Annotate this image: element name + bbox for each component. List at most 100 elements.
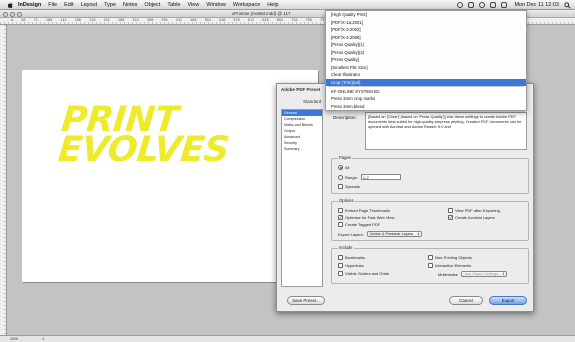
preset-option[interactable]: Press 3mm crop marks — [326, 95, 526, 103]
close-window-button[interactable] — [3, 11, 8, 17]
horizontal-scrollbar[interactable]: 25% 1 — [0, 335, 575, 342]
menu-file[interactable]: File — [48, 0, 57, 10]
sidebar-item-summary[interactable]: Summary — [282, 146, 322, 152]
export-button[interactable]: Export — [489, 296, 527, 305]
updown-arrows-icon: ⇕ — [416, 232, 420, 236]
spreads-option[interactable]: Spreads — [338, 184, 360, 189]
embed-thumbnails-label: Embed Page Thumbnails — [345, 208, 390, 213]
bookmarks-label: Bookmarks — [345, 255, 366, 260]
view-after-export-label: View PDF after Exporting — [455, 208, 500, 213]
guides-grids-label: Visible Guides and Grids — [345, 271, 389, 276]
preset-option[interactable]: [Press Quality](1) — [326, 41, 526, 49]
preset-option-selected[interactable]: Crop (Trim)(ed) — [326, 78, 526, 86]
headline-line-evolves: EVOLVES — [56, 130, 231, 170]
standard-label: Standard — [303, 99, 322, 104]
cancel-button[interactable]: Cancel — [449, 296, 483, 305]
optimize-web-checkbox[interactable]: ✓ — [338, 215, 343, 220]
pages-range-label: Range: — [345, 174, 358, 180]
view-after-export-checkbox[interactable] — [448, 208, 453, 213]
save-preset-button[interactable]: Save Preset... — [287, 296, 325, 305]
menu-layout[interactable]: Layout — [81, 0, 98, 10]
bookmarks-checkbox[interactable] — [338, 255, 343, 260]
menu-window[interactable]: Window — [206, 0, 226, 10]
preset-option[interactable]: [Smallest File Size] — [326, 64, 526, 72]
volume-icon[interactable] — [490, 2, 497, 8]
guides-grids-option[interactable]: Visible Guides and Grids — [338, 271, 389, 276]
wifi-icon[interactable] — [479, 2, 486, 8]
updown-arrows-icon: ⇕ — [502, 272, 506, 276]
pages-all-radio[interactable] — [338, 165, 343, 170]
multimedia-select[interactable]: Use Object Settings ⇕ — [461, 271, 508, 277]
guides-grids-checkbox[interactable] — [338, 271, 343, 276]
acrobat-layers-option[interactable]: ✓ Create Acrobat Layers — [448, 215, 495, 220]
tagged-pdf-option[interactable]: Create Tagged PDF — [338, 222, 380, 227]
nonprinting-checkbox[interactable] — [428, 255, 433, 260]
menu-object[interactable]: Object — [144, 0, 160, 10]
menu-type[interactable]: Type — [104, 0, 116, 10]
zoom-window-button[interactable] — [17, 11, 22, 17]
options-group: Options Embed Page Thumbnails ✓ Optimize… — [331, 198, 529, 241]
apple-icon[interactable] — [6, 1, 14, 9]
preset-dropdown-list: [High Quality Print] [PDF/X-1a:2001] [PD… — [325, 10, 527, 111]
preset-option[interactable]: [Press Quality] — [326, 56, 526, 64]
menu-help[interactable]: Help — [267, 0, 278, 10]
pages-range-option[interactable]: Range: 1-2 — [338, 174, 401, 180]
vertical-ruler[interactable] — [0, 25, 7, 335]
preset-option[interactable]: [PDF/X-1a:2001] — [326, 19, 526, 27]
preset-option[interactable]: [High Quality Print] — [326, 11, 526, 19]
minimize-window-button[interactable] — [10, 11, 15, 17]
zoom-level[interactable]: 25% — [10, 336, 18, 342]
battery-icon[interactable] — [501, 2, 508, 8]
hyperlinks-checkbox[interactable] — [338, 263, 343, 268]
menu-workspace[interactable]: Workspace — [233, 0, 260, 10]
tagged-pdf-label: Create Tagged PDF — [345, 222, 381, 227]
hyperlinks-option[interactable]: Hyperlinks — [338, 263, 364, 268]
artwork-headline[interactable]: PRINT EVOLVES — [56, 100, 234, 170]
spotlight-search-icon[interactable] — [564, 1, 571, 9]
preset-option[interactable]: Press 3mm bleed — [326, 103, 526, 111]
multimedia-label: Multimedia: — [438, 271, 459, 277]
menu-clock[interactable]: Mon Dec 11 12:03 — [514, 2, 559, 8]
acrobat-layers-checkbox[interactable]: ✓ — [448, 215, 453, 220]
pages-all-option[interactable]: All — [338, 165, 349, 170]
pages-range-input[interactable]: 1-2 — [360, 174, 401, 180]
export-layers-select[interactable]: Visible & Printable Layers ⇕ — [366, 231, 422, 237]
view-after-export-option[interactable]: View PDF after Exporting — [448, 208, 500, 213]
menu-app-indesign[interactable]: InDesign — [18, 0, 41, 10]
export-pdf-dialog: Adobe PDF Preset Standard General Compre… — [276, 83, 534, 312]
preset-option[interactable]: [PDF/X-4:2008] — [326, 34, 526, 42]
menu-edit[interactable]: Edit — [64, 0, 73, 10]
description-textarea[interactable]: [Based on '[Clear]' [based on 'Press Qua… — [365, 112, 527, 150]
acrobat-layers-label: Create Acrobat Layers — [455, 215, 495, 220]
menu-notes[interactable]: Notes — [123, 0, 137, 10]
sync-icon[interactable] — [457, 2, 464, 8]
menu-table[interactable]: Table — [167, 0, 180, 10]
pages-range-radio[interactable] — [338, 174, 343, 180]
spreads-checkbox[interactable] — [338, 184, 343, 189]
menu-view[interactable]: View — [187, 0, 199, 10]
preset-option[interactable]: Clear Illustrator — [326, 71, 526, 79]
export-layers-value: Visible & Printable Layers — [369, 232, 413, 236]
interactive-option[interactable]: Interactive Elements — [428, 263, 471, 268]
export-layers-row: Export Layers: Visible & Printable Layer… — [338, 231, 422, 237]
page-number[interactable]: 1 — [42, 336, 44, 342]
options-group-title: Options — [338, 198, 355, 204]
dialog-preset-label: Adobe PDF Preset — [281, 87, 321, 92]
multimedia-row: Multimedia: Use Object Settings ⇕ — [438, 271, 508, 277]
bookmarks-option[interactable]: Bookmarks — [338, 255, 365, 260]
preset-option[interactable]: [Press Quality](2) — [326, 49, 526, 57]
preset-option[interactable]: KF-ONLINE SYSTEM BC — [326, 88, 526, 96]
multimedia-value: Use Object Settings — [464, 272, 499, 276]
nonprinting-option[interactable]: Non-Printing Objects — [428, 255, 472, 260]
optimize-web-label: Optimize for Fast Web View — [345, 215, 395, 220]
embed-thumbnails-checkbox[interactable] — [338, 208, 343, 213]
pages-all-label: All — [345, 165, 350, 170]
optimize-web-option[interactable]: ✓ Optimize for Fast Web View — [338, 215, 394, 220]
tagged-pdf-checkbox[interactable] — [338, 222, 343, 227]
menu-bar: InDesign File Edit Layout Type Notes Obj… — [0, 0, 575, 10]
embed-thumbnails-option[interactable]: Embed Page Thumbnails — [338, 208, 390, 213]
bluetooth-icon[interactable] — [468, 2, 475, 8]
preset-option[interactable]: [PDF/X-3:2002] — [326, 26, 526, 34]
interactive-checkbox[interactable] — [428, 263, 433, 268]
hyperlinks-label: Hyperlinks — [345, 263, 364, 268]
